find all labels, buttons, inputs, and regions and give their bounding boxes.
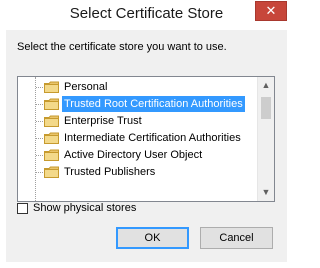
dialog-title: Select Certificate Store <box>69 5 224 22</box>
folder-icon <box>44 81 59 93</box>
show-physical-stores-label[interactable]: Show physical stores <box>33 202 136 214</box>
tree-viewport: Personal Trusted Root Certification Auth… <box>18 77 257 201</box>
dialog-body: Select the certificate store you want to… <box>6 30 287 262</box>
vertical-scrollbar[interactable]: ▲ ▼ <box>257 77 274 201</box>
select-certificate-store-dialog: Select Certificate Store ✕ Select the ce… <box>0 0 293 268</box>
tree-item-label: Personal <box>64 81 108 93</box>
ok-button[interactable]: OK <box>116 227 189 249</box>
tree-branch-line <box>36 138 43 139</box>
instruction-text: Select the certificate store you want to… <box>17 41 227 53</box>
tree-branch-line <box>36 87 43 88</box>
tree-branch-line <box>36 155 43 156</box>
scroll-thumb[interactable] <box>261 97 271 119</box>
title-bar[interactable]: Select Certificate Store ✕ <box>0 0 293 30</box>
tree-item-label: Trusted Publishers <box>64 166 156 178</box>
tree-item-active-directory[interactable]: Active Directory User Object <box>18 147 257 164</box>
folder-icon <box>44 166 59 178</box>
tree-branch-line <box>36 172 43 173</box>
close-icon: ✕ <box>265 3 277 18</box>
close-button[interactable]: ✕ <box>255 1 287 21</box>
scroll-up-button[interactable]: ▲ <box>258 77 274 94</box>
tree-branch-line <box>36 104 43 105</box>
cancel-button[interactable]: Cancel <box>200 227 273 249</box>
tree-item-label: Enterprise Trust <box>64 115 142 127</box>
certificate-store-tree[interactable]: Personal Trusted Root Certification Auth… <box>17 76 275 202</box>
tree-item-label: Trusted Root Certification Authorities <box>62 96 245 112</box>
tree-item-intermediate-ca[interactable]: Intermediate Certification Authorities <box>18 130 257 147</box>
tree-item-trusted-publishers[interactable]: Trusted Publishers <box>18 164 257 181</box>
tree-branch-line <box>36 121 43 122</box>
folder-icon <box>44 132 59 144</box>
tree-item-label: Active Directory User Object <box>64 149 203 161</box>
tree-item-label: Intermediate Certification Authorities <box>64 132 241 144</box>
folder-icon <box>44 115 59 127</box>
folder-icon <box>44 98 59 110</box>
tree-item-personal[interactable]: Personal <box>18 79 257 96</box>
scroll-down-button[interactable]: ▼ <box>258 184 274 201</box>
folder-icon <box>44 149 59 161</box>
show-physical-stores-checkbox[interactable] <box>17 203 28 214</box>
tree-item-enterprise-trust[interactable]: Enterprise Trust <box>18 113 257 130</box>
tree-item-trusted-root[interactable]: Trusted Root Certification Authorities <box>18 96 257 113</box>
